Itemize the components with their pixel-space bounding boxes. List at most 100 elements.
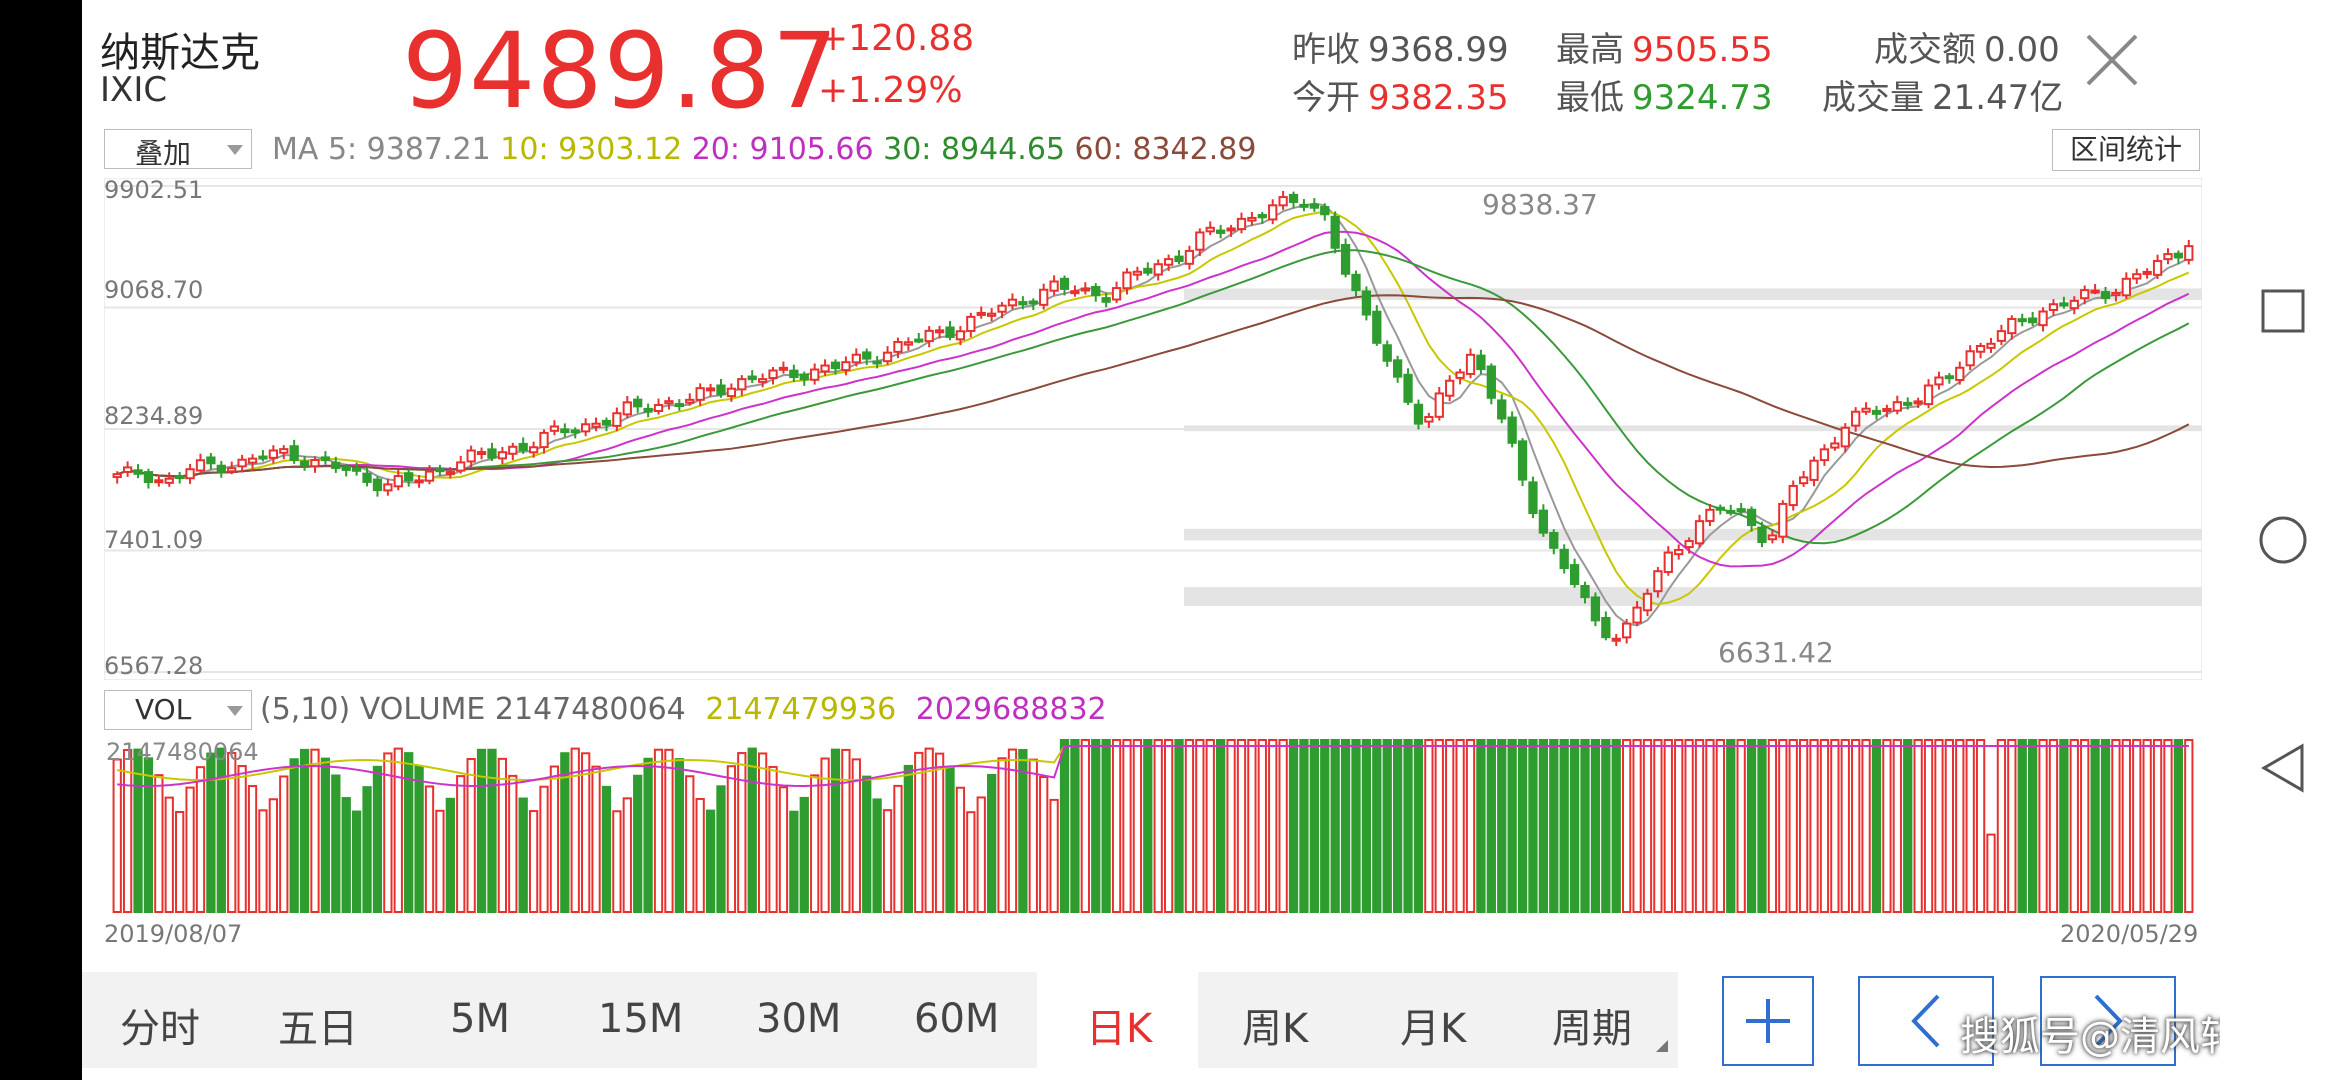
volume-bar bbox=[1861, 739, 1871, 913]
candle-body bbox=[445, 471, 455, 476]
tab-daily-k[interactable]: 日K bbox=[1086, 996, 1152, 1054]
recent-apps-icon[interactable] bbox=[2260, 288, 2306, 334]
volume-bar bbox=[372, 765, 383, 913]
volume-bar bbox=[341, 797, 351, 913]
volume-bar bbox=[1538, 739, 1549, 913]
volume-bar bbox=[841, 748, 851, 913]
volume-bar bbox=[1101, 739, 1111, 913]
volume-bar bbox=[539, 785, 549, 913]
candle-body bbox=[1726, 509, 1736, 514]
volume-bar bbox=[1517, 739, 1528, 913]
candle-body bbox=[664, 400, 674, 405]
candle-body bbox=[362, 472, 372, 483]
candle-body bbox=[466, 449, 476, 463]
candle-body bbox=[747, 375, 757, 381]
volume-bar bbox=[633, 774, 643, 913]
volume-bar bbox=[497, 757, 508, 913]
candle-body bbox=[1278, 196, 1288, 207]
tab-period[interactable]: 周期 bbox=[1552, 996, 1632, 1054]
back-icon[interactable] bbox=[2260, 742, 2306, 794]
candle-body bbox=[216, 464, 226, 473]
candle-body bbox=[1049, 280, 1059, 292]
amount-label: 成交额 bbox=[1874, 30, 1976, 70]
peak-label: 9838.37 bbox=[1482, 188, 1598, 221]
volume-bar bbox=[1903, 739, 1913, 913]
tab-fenshi[interactable]: 分时 bbox=[120, 996, 200, 1054]
price-chart[interactable] bbox=[104, 178, 2202, 680]
plus-icon bbox=[1746, 999, 1790, 1043]
interval-stats-button[interactable]: 区间统计 bbox=[2052, 129, 2200, 171]
candle-body bbox=[2121, 277, 2131, 297]
open-label: 今开 bbox=[1292, 78, 1360, 118]
volume-bar bbox=[1403, 739, 1413, 913]
index-code: IXIC bbox=[100, 70, 168, 110]
watermark: 搜狐号@清风轩 bbox=[1960, 1014, 2240, 1060]
volume-bar bbox=[310, 748, 320, 913]
tab-wuri[interactable]: 五日 bbox=[278, 996, 358, 1054]
candle-body bbox=[1538, 509, 1549, 534]
candle-body bbox=[528, 446, 539, 454]
candle-body bbox=[1486, 365, 1496, 399]
volume-bar bbox=[1236, 739, 1247, 913]
volume-chart[interactable] bbox=[104, 736, 2202, 916]
home-icon[interactable] bbox=[2258, 515, 2308, 565]
tab-15m[interactable]: 15M bbox=[598, 996, 683, 1042]
volume-bar bbox=[2069, 739, 2079, 913]
volume-bar bbox=[404, 752, 414, 913]
add-button[interactable] bbox=[1722, 976, 1814, 1066]
candle-body bbox=[716, 384, 726, 396]
ma10-label: 10: 9303.12 bbox=[500, 132, 683, 167]
volume-bar bbox=[1632, 739, 1642, 913]
volume-bar bbox=[1455, 739, 1465, 913]
volume-bar bbox=[830, 748, 841, 914]
overlay-select[interactable]: 叠加 bbox=[104, 129, 252, 170]
volume-bar bbox=[643, 757, 653, 913]
tab-weekly-k[interactable]: 周K bbox=[1242, 996, 1308, 1054]
volume-bar bbox=[1205, 739, 1215, 913]
candle-body bbox=[914, 338, 924, 343]
volume-bar bbox=[914, 751, 924, 913]
vol-select[interactable]: VOL bbox=[104, 690, 252, 730]
volume-bar bbox=[997, 757, 1007, 914]
tab-monthly-k[interactable]: 月K bbox=[1400, 996, 1466, 1054]
volume-bar bbox=[716, 785, 726, 913]
volume-bar bbox=[258, 809, 268, 913]
candle-body bbox=[2038, 310, 2048, 327]
low-stat: 最低 9324.73 bbox=[1556, 70, 1773, 119]
candle-body bbox=[581, 423, 591, 433]
volume-bar bbox=[1569, 739, 1580, 913]
volume-bar bbox=[445, 797, 455, 913]
candle-body bbox=[1861, 407, 1871, 413]
tab-60m[interactable]: 60M bbox=[914, 996, 999, 1042]
candle-body bbox=[143, 471, 154, 484]
volume-bar bbox=[1590, 739, 1601, 913]
candle-body bbox=[1070, 290, 1080, 295]
candle-body bbox=[1736, 508, 1746, 513]
volume-bar bbox=[2163, 739, 2173, 913]
candle-body bbox=[799, 373, 809, 381]
candle-body bbox=[185, 468, 195, 480]
volume-bar bbox=[487, 748, 497, 914]
candle-body bbox=[1340, 243, 1351, 275]
candle-body bbox=[1913, 400, 1923, 405]
candle-body bbox=[674, 403, 684, 408]
candle-body bbox=[1903, 401, 1913, 406]
candle-body bbox=[2100, 291, 2111, 299]
volume-bar bbox=[2132, 739, 2142, 913]
volume-bar bbox=[1882, 739, 1892, 913]
volume-bar bbox=[2142, 739, 2152, 913]
candle-body bbox=[2111, 291, 2121, 297]
candle-body bbox=[1611, 637, 1621, 642]
volume-bar bbox=[1143, 739, 1153, 913]
tab-30m[interactable]: 30M bbox=[756, 996, 841, 1042]
volume-bar bbox=[1694, 739, 1705, 913]
close-icon[interactable] bbox=[2082, 30, 2142, 90]
volume-bar bbox=[1819, 739, 1830, 913]
candle-body bbox=[1642, 592, 1653, 612]
candle-body bbox=[1517, 440, 1528, 481]
candle-body bbox=[903, 341, 914, 346]
tab-5m[interactable]: 5M bbox=[450, 996, 510, 1042]
volume-bar bbox=[705, 809, 716, 913]
volume-bar bbox=[695, 797, 705, 913]
candle-body bbox=[508, 445, 518, 455]
